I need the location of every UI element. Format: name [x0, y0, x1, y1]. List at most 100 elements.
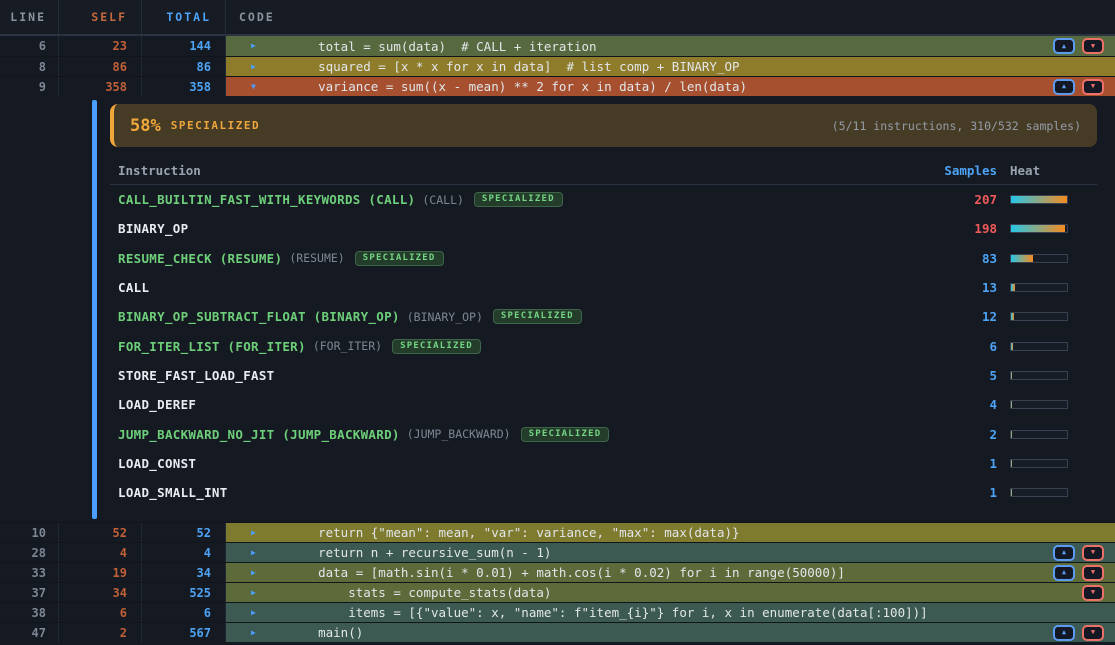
line-number: 37 — [0, 583, 59, 602]
heat-bar-track — [1010, 430, 1068, 439]
jump-down-button[interactable]: ▼ — [1082, 565, 1104, 581]
code-line-row: 3866▶ items = [{"value": x, "name": f"it… — [0, 602, 1115, 622]
jump-down-button[interactable]: ▼ — [1082, 545, 1104, 561]
heat-cell — [997, 400, 1097, 409]
instruction-row: BINARY_OP_SUBTRACT_FLOAT (BINARY_OP)(BIN… — [110, 302, 1097, 331]
jump-up-button[interactable]: ▲ — [1053, 565, 1075, 581]
nav-buttons: ▼ — [1082, 585, 1104, 601]
expand-icon[interactable]: ▶ — [251, 589, 256, 597]
code-line-row: 331934▶ data = [math.sin(i * 0.01) + mat… — [0, 562, 1115, 582]
base-opcode: (RESUME) — [289, 251, 344, 265]
heat-bar-fill — [1011, 489, 1012, 496]
code-cell[interactable]: ▶ items = [{"value": x, "name": f"item_{… — [226, 603, 1115, 622]
heat-bar-track — [1010, 371, 1068, 380]
instruction-row: JUMP_BACKWARD_NO_JIT (JUMP_BACKWARD)(JUM… — [110, 419, 1097, 448]
code-line-row: 623144▶ total = sum(data) # CALL + itera… — [0, 36, 1115, 56]
specialized-badge: SPECIALIZED — [493, 309, 582, 324]
line-number: 6 — [0, 36, 59, 56]
expand-icon[interactable]: ▶ — [251, 569, 256, 577]
self-samples: 358 — [59, 77, 142, 96]
total-samples: 6 — [142, 603, 226, 622]
line-detail-section: 58% SPECIALIZED (5/11 instructions, 310/… — [0, 96, 1115, 522]
heat-bar-track — [1010, 283, 1068, 292]
jump-down-button[interactable]: ▼ — [1082, 585, 1104, 601]
samples-count: 198 — [897, 221, 997, 236]
collapse-icon[interactable]: ▼ — [251, 83, 256, 91]
heat-cell — [997, 342, 1097, 351]
self-samples: 23 — [59, 36, 142, 56]
specialized-badge: SPECIALIZED — [474, 192, 563, 207]
column-header-self: SELF — [59, 0, 142, 34]
jump-down-button[interactable]: ▼ — [1082, 38, 1104, 54]
heat-bar-fill — [1011, 343, 1013, 350]
heat-bar-track — [1010, 224, 1068, 233]
jump-up-button[interactable]: ▲ — [1053, 79, 1075, 95]
code-text: return {"mean": mean, "var": variance, "… — [226, 525, 740, 540]
instruction-name: LOAD_SMALL_INT — [118, 485, 228, 500]
nav-buttons: ▲▼ — [1053, 545, 1104, 561]
total-samples: 4 — [142, 543, 226, 562]
nav-buttons: ▲▼ — [1053, 38, 1104, 54]
instruction-row: CALL_BUILTIN_FAST_WITH_KEYWORDS (CALL)(C… — [110, 185, 1097, 214]
column-header-code: CODE — [226, 10, 1115, 24]
expand-icon[interactable]: ▶ — [251, 63, 256, 71]
instruction-row: LOAD_SMALL_INT1 — [110, 478, 1097, 507]
code-cell[interactable]: ▶ data = [math.sin(i * 0.01) + math.cos(… — [226, 563, 1115, 582]
code-text: total = sum(data) # CALL + iteration — [226, 39, 597, 54]
samples-count: 83 — [897, 251, 997, 266]
expand-icon[interactable]: ▶ — [251, 42, 256, 50]
heat-bar-fill — [1011, 225, 1065, 232]
instruction-row: LOAD_CONST1 — [110, 449, 1097, 478]
heat-bar-track — [1010, 459, 1068, 468]
code-text: stats = compute_stats(data) — [226, 585, 551, 600]
table-header: LINE SELF TOTAL CODE — [0, 0, 1115, 36]
code-cell[interactable]: ▶ main() ▲ ▼ — [226, 623, 1115, 642]
base-opcode: (BINARY_OP) — [407, 310, 483, 324]
expand-icon[interactable]: ▶ — [251, 609, 256, 617]
code-text: main() — [226, 625, 363, 640]
expand-icon[interactable]: ▶ — [251, 549, 256, 557]
expand-icon[interactable]: ▶ — [251, 529, 256, 537]
code-line-row: 472567▶ main()▲▼ — [0, 622, 1115, 642]
heat-cell — [997, 459, 1097, 468]
specialized-label: SPECIALIZED — [171, 119, 260, 132]
code-line-row: 9358358▼ variance = sum((x - mean) ** 2 … — [0, 76, 1115, 96]
code-cell[interactable]: ▼ variance = sum((x - mean) ** 2 for x i… — [226, 77, 1115, 96]
heat-bar-fill — [1011, 255, 1033, 262]
heat-cell — [997, 488, 1097, 497]
samples-count: 4 — [897, 397, 997, 412]
instruction-name-cell: BINARY_OP_SUBTRACT_FLOAT (BINARY_OP)(BIN… — [110, 309, 897, 324]
jump-up-button[interactable]: ▲ — [1053, 625, 1075, 641]
heat-bar-fill — [1011, 431, 1012, 438]
heat-cell — [997, 312, 1097, 321]
instruction-row: BINARY_OP198 — [110, 214, 1097, 243]
code-cell[interactable]: ▶ return n + recursive_sum(n - 1)▲▼ — [226, 543, 1115, 562]
jump-down-button[interactable]: ▼ — [1082, 625, 1104, 641]
instruction-name: FOR_ITER_LIST (FOR_ITER) — [118, 339, 306, 354]
column-header-instruction: Instruction — [110, 163, 897, 178]
column-header-line: LINE — [0, 0, 59, 34]
samples-count: 13 — [897, 280, 997, 295]
heat-bar-track — [1010, 312, 1068, 321]
heat-bar-track — [1010, 342, 1068, 351]
code-line-row: 2844▶ return n + recursive_sum(n - 1)▲▼ — [0, 542, 1115, 562]
specialized-meta: (5/11 instructions, 310/532 samples) — [832, 119, 1081, 133]
jump-up-button[interactable]: ▲ — [1053, 545, 1075, 561]
line-number: 47 — [0, 623, 59, 642]
jump-down-button[interactable]: ▼ — [1082, 79, 1104, 95]
heat-bar-track — [1010, 488, 1068, 497]
base-opcode: (CALL) — [422, 193, 464, 207]
instruction-name: LOAD_CONST — [118, 456, 196, 471]
code-cell[interactable]: ▶ return {"mean": mean, "var": variance,… — [226, 523, 1115, 542]
instruction-name-cell: LOAD_CONST — [110, 456, 897, 471]
heat-cell — [997, 430, 1097, 439]
code-cell[interactable]: ▶ stats = compute_stats(data) ▼ — [226, 583, 1115, 602]
instruction-name: RESUME_CHECK (RESUME) — [118, 251, 282, 266]
jump-up-button[interactable]: ▲ — [1053, 38, 1075, 54]
code-cell[interactable]: ▶ total = sum(data) # CALL + iteration▲▼ — [226, 36, 1115, 56]
instruction-rows: CALL_BUILTIN_FAST_WITH_KEYWORDS (CALL)(C… — [110, 185, 1097, 507]
code-cell[interactable]: ▶ squared = [x * x for x in data] # list… — [226, 57, 1115, 76]
code-line-row: 105252▶ return {"mean": mean, "var": var… — [0, 522, 1115, 542]
expand-icon[interactable]: ▶ — [251, 629, 256, 637]
specialized-badge: SPECIALIZED — [521, 427, 610, 442]
